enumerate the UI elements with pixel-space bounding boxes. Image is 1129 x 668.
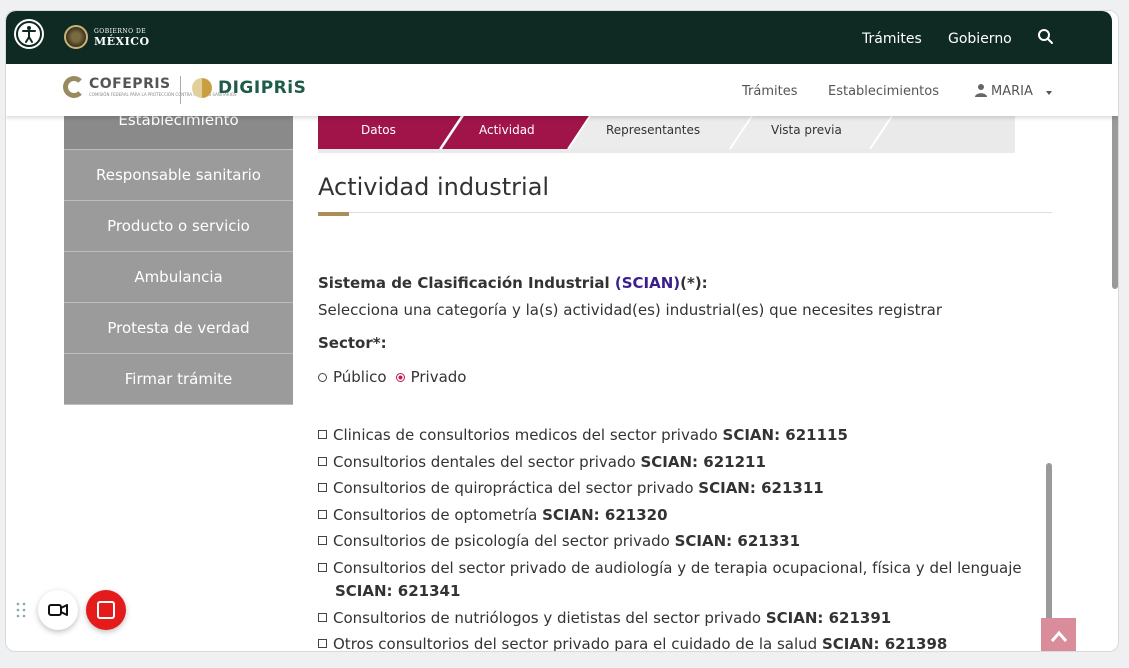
activity-text: Otros consultorios del sector privado pa… (333, 635, 818, 652)
radio-publico-label[interactable]: Público (333, 368, 387, 386)
video-camera-icon (48, 604, 68, 616)
activity-text: Consultorios dentales del sector privado (333, 453, 636, 471)
scian-heading: Sistema de Clasificación Industrial (SCI… (318, 274, 708, 292)
chevron-down-icon[interactable] (1046, 91, 1052, 95)
checkbox[interactable] (318, 639, 327, 648)
scian-suffix: (*): (680, 274, 708, 292)
activity-text: Consultorios de nutriólogos y dietistas … (333, 609, 762, 627)
gov-mexico-logo[interactable]: GOBIERNO DE MÉXICO (64, 25, 150, 49)
chevron-up-icon (1050, 630, 1067, 642)
activity-text: Clinicas de consultorios medicos del sec… (333, 426, 718, 444)
activity-checkbox-item[interactable]: Consultorios dentales del sector privado… (318, 451, 1048, 474)
search-icon[interactable] (1037, 28, 1055, 46)
activity-text: Consultorios de optometría (333, 506, 538, 524)
activity-checkbox-item[interactable]: Consultorios del sector privado de audio… (318, 557, 1048, 603)
checkbox[interactable] (318, 613, 327, 622)
page-scrollbar[interactable] (1112, 109, 1118, 289)
sidebar-item-responsable-sanitario[interactable]: Responsable sanitario (64, 150, 293, 201)
mexico-seal-icon (64, 25, 88, 49)
camera-button[interactable] (38, 590, 78, 630)
gov-header: GOBIERNO DE MÉXICO Trámites Gobierno (6, 11, 1112, 64)
browser-frame: GOBIERNO DE MÉXICO Trámites Gobierno COF… (5, 10, 1119, 652)
activity-code: SCIAN: 621211 (640, 453, 766, 471)
activity-checkbox-item[interactable]: Consultorios de nutriólogos y dietistas … (318, 607, 1048, 630)
activity-checkbox-item[interactable]: Otros consultorios del sector privado pa… (318, 633, 1048, 652)
nav-establecimientos[interactable]: Establecimientos (828, 84, 939, 99)
user-icon[interactable] (974, 83, 988, 97)
checkbox[interactable] (318, 563, 327, 572)
user-menu[interactable]: MARIA (991, 84, 1033, 99)
cofepris-mark-icon (63, 76, 85, 98)
activity-checkbox-item[interactable]: Consultorios de optometría SCIAN: 621320 (318, 504, 1048, 527)
sidebar-item-label: Producto o servicio (107, 217, 250, 235)
radio-privado-label[interactable]: Privado (411, 368, 467, 386)
title-accent (318, 212, 349, 216)
drag-handle-icon[interactable] (16, 602, 26, 618)
list-scrollbar[interactable] (1046, 463, 1052, 643)
app-header: COFEPRIS COMISIÓN FEDERAL PARA LA PROTEC… (6, 64, 1118, 116)
activity-code: SCIAN: 621331 (674, 532, 801, 550)
gov-nav-gobierno[interactable]: Gobierno (948, 31, 1012, 47)
activity-code: SCIAN: 621320 (542, 506, 668, 524)
activity-checkbox-item[interactable]: Consultorios de quiropráctica del sector… (318, 477, 1048, 500)
activity-checkbox-item[interactable]: Clinicas de consultorios medicos del sec… (318, 424, 1048, 447)
radio-privado[interactable] (395, 372, 405, 382)
digipris-name: DIGIPRiS (218, 78, 307, 98)
activity-checkbox-item[interactable]: Consultorios de psicología del sector pr… (318, 530, 1048, 553)
activity-text: Consultorios del sector privado de audio… (333, 559, 1022, 577)
activity-code: SCIAN: 621398 (821, 635, 948, 652)
activity-code: SCIAN: 621341 (335, 582, 461, 600)
gov-nav-tramites[interactable]: Trámites (862, 31, 922, 47)
checkbox[interactable] (318, 483, 327, 492)
activity-text: Consultorios de psicología del sector pr… (333, 532, 670, 550)
radio-publico[interactable] (318, 372, 327, 382)
instruction-text: Selecciona una categoría y la(s) activid… (318, 301, 943, 319)
sidebar: Establecimiento Responsable sanitario Pr… (64, 107, 293, 405)
activity-code: SCIAN: 621311 (698, 479, 824, 497)
sector-radio-group: Público Privado (318, 368, 466, 386)
sidebar-item-protesta-verdad[interactable]: Protesta de verdad (64, 303, 293, 354)
checkbox[interactable] (318, 430, 327, 439)
sidebar-item-firmar-tramite[interactable]: Firmar trámite (64, 354, 293, 405)
accessibility-icon (16, 21, 42, 47)
scian-link[interactable]: (SCIAN) (615, 274, 680, 292)
activity-code: SCIAN: 621115 (722, 426, 848, 444)
sidebar-item-label: Responsable sanitario (96, 166, 261, 184)
back-to-top-button[interactable] (1041, 618, 1076, 651)
scian-prefix: Sistema de Clasificación Industrial (318, 274, 615, 292)
recording-toolbar (16, 590, 126, 630)
sidebar-item-ambulancia[interactable]: Ambulancia (64, 252, 293, 303)
stop-recording-button[interactable] (86, 590, 126, 630)
sidebar-item-label: Firmar trámite (124, 370, 233, 388)
accessibility-button[interactable] (14, 19, 44, 49)
gov-logo-line2: MÉXICO (94, 35, 150, 48)
sidebar-item-producto-servicio[interactable]: Producto o servicio (64, 201, 293, 252)
activity-code: SCIAN: 621391 (765, 609, 892, 627)
page-title: Actividad industrial (318, 173, 550, 201)
nav-tramites[interactable]: Trámites (742, 84, 798, 99)
checkbox[interactable] (318, 510, 327, 519)
activity-text: Consultorios de quiropráctica del sector… (333, 479, 694, 497)
checkbox[interactable] (318, 536, 327, 545)
brand-divider (180, 76, 181, 104)
digipris-mark-icon (192, 78, 212, 98)
sector-label: Sector*: (318, 334, 387, 352)
title-divider (318, 212, 1052, 213)
stop-record-icon (97, 601, 115, 619)
checkbox[interactable] (318, 457, 327, 466)
sidebar-item-label: Protesta de verdad (107, 319, 250, 337)
sidebar-item-label: Ambulancia (134, 268, 223, 286)
digipris-logo[interactable]: DIGIPRiS (192, 78, 306, 98)
